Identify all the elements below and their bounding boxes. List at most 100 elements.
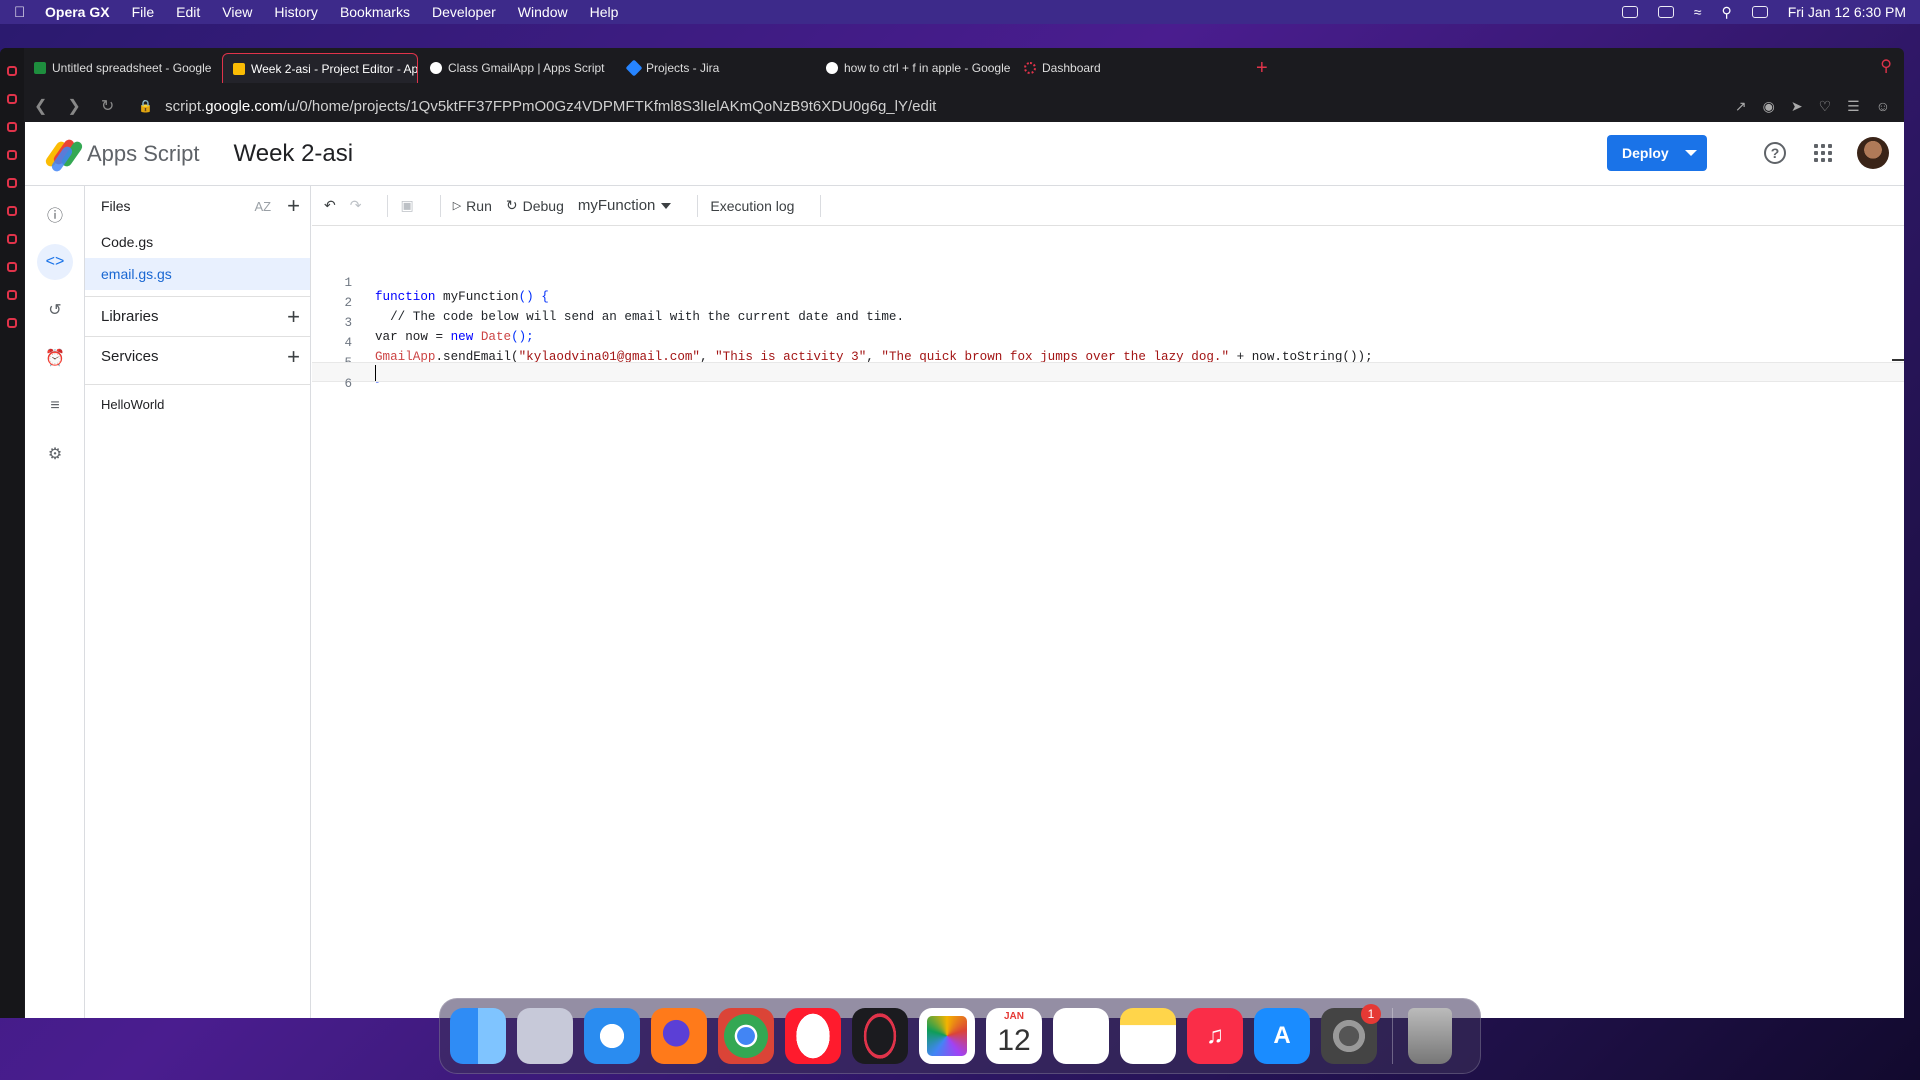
undo-icon[interactable]: ↶ [324, 197, 336, 214]
calendar-icon[interactable]: JAN 12 [986, 1008, 1042, 1064]
code-line[interactable]: 4 GmailApp.sendEmail("kylaodvina01@gmail… [312, 322, 1904, 364]
scrollbar-marker[interactable] [1892, 359, 1904, 361]
easy-setup-icon[interactable]: ☰ [1847, 98, 1860, 115]
sidebar-extensions-icon[interactable] [7, 290, 17, 300]
sidebar-gx-icon[interactable] [7, 66, 17, 76]
launchpad-icon[interactable] [517, 1008, 573, 1064]
tab-project-editor[interactable]: Week 2-asi - Project Editor - Ap [222, 53, 418, 83]
file-item-email-gs[interactable]: email.gs.gs [85, 258, 310, 290]
firefox-icon[interactable] [651, 1008, 707, 1064]
profile-icon[interactable]: ☺ [1876, 98, 1890, 115]
menu-bookmarks[interactable]: Bookmarks [340, 4, 410, 20]
run-button[interactable]: ▷ Run [453, 198, 492, 214]
avatar[interactable] [1857, 137, 1889, 169]
menu-file[interactable]: File [132, 4, 155, 20]
sort-az-icon[interactable]: AZ [255, 199, 272, 214]
music-icon[interactable]: ♫ [1187, 1008, 1243, 1064]
menu-developer[interactable]: Developer [432, 4, 496, 20]
tab-google-search[interactable]: how to ctrl + f in apple - Google [816, 53, 1012, 83]
libraries-section[interactable]: Libraries + [85, 296, 310, 336]
add-service-plus-icon[interactable]: + [287, 345, 300, 368]
menu-view[interactable]: View [222, 4, 252, 20]
hello-world-item[interactable]: HelloWorld [85, 384, 310, 424]
code-line[interactable]: 2 // The code below will send an email w… [312, 282, 1904, 324]
chrome-icon[interactable] [718, 1008, 774, 1064]
opera-gx-icon[interactable] [852, 1008, 908, 1064]
search-icon[interactable]: ⚲ [1721, 4, 1731, 21]
project-title[interactable]: Week 2-asi [234, 140, 354, 168]
function-select[interactable]: myFunction [578, 197, 672, 214]
apple-menu-icon[interactable]:  [14, 4, 34, 21]
deploy-button[interactable]: Deploy [1607, 135, 1707, 171]
sidebar-settings-icon[interactable] [7, 318, 17, 328]
menu-edit[interactable]: Edit [176, 4, 200, 20]
wifi-icon[interactable]: ≈ [1694, 4, 1702, 20]
display-icon[interactable] [1657, 6, 1674, 18]
heart-icon[interactable]: ♡ [1819, 98, 1832, 115]
reload-icon[interactable]: ↻ [101, 96, 114, 116]
finder-icon[interactable] [450, 1008, 506, 1064]
current-code-line[interactable]: 6 [312, 359, 1904, 391]
editor-toolbar: ↶ ↷ ▣ ▷ Run ↻ Debug myFunction Execution l… [312, 186, 1904, 226]
google-apps-icon[interactable] [1814, 144, 1832, 162]
url-text[interactable]: script.google.com/u/0/home/projects/1Qv5… [165, 98, 936, 115]
sidebar-twitch-icon[interactable] [7, 94, 17, 104]
tab-dashboard[interactable]: Dashboard [1014, 53, 1164, 83]
sidebar-discord-icon[interactable] [7, 122, 17, 132]
system-settings-icon[interactable]: 1 [1321, 1004, 1381, 1064]
screen-mirror-icon[interactable] [1621, 6, 1638, 18]
chevron-down-icon[interactable] [1685, 150, 1697, 156]
project-history-icon[interactable]: ↺ [37, 292, 73, 328]
run-label: Run [466, 197, 492, 214]
share-icon[interactable]: ↗ [1735, 98, 1747, 115]
opera-icon[interactable] [785, 1008, 841, 1064]
debug-button[interactable]: ↻ Debug [506, 197, 564, 214]
photos-icon[interactable] [919, 1008, 975, 1064]
redo-icon[interactable]: ↷ [350, 197, 362, 214]
tab-search-icon[interactable]: ⚲ [1880, 56, 1892, 76]
brand-name[interactable]: Apps Script [87, 141, 200, 167]
reminders-icon[interactable] [1053, 1008, 1109, 1064]
snapshot-icon[interactable]: ◉ [1763, 98, 1775, 115]
clock-datetime[interactable]: Fri Jan 12 6:30 PM [1788, 4, 1906, 20]
code-editor[interactable]: 1 function myFunction() { 2 // The code … [312, 226, 1904, 1018]
sidebar-home-icon[interactable] [7, 150, 17, 160]
settings-gear-icon[interactable]: ⚙ [37, 436, 73, 472]
executions-list-icon[interactable]: ≡ [37, 388, 73, 424]
services-section[interactable]: Services + [85, 336, 310, 376]
tab-gmailapp-docs[interactable]: Class GmailApp | Apps Script [420, 53, 616, 83]
control-center-icon[interactable] [1751, 6, 1768, 18]
notes-icon[interactable] [1120, 1008, 1176, 1064]
add-file-plus-icon[interactable]: + [287, 195, 300, 217]
forward-icon[interactable]: ❯ [67, 96, 80, 116]
menu-window[interactable]: Window [518, 4, 568, 20]
safari-icon[interactable] [584, 1008, 640, 1064]
code-line[interactable]: 1 function myFunction() { [312, 262, 1904, 304]
overview-info-icon[interactable]: ⓘ [37, 196, 73, 232]
help-icon[interactable]: ? [1764, 142, 1786, 164]
tab-spreadsheet[interactable]: Untitled spreadsheet - Google [24, 53, 220, 83]
send-icon[interactable]: ➤ [1791, 98, 1803, 115]
save-icon[interactable]: ▣ [400, 197, 413, 214]
sidebar-history-icon[interactable] [7, 262, 17, 272]
menu-app-name[interactable]: Opera GX [45, 4, 110, 20]
app-store-icon[interactable]: A [1254, 1008, 1310, 1064]
lock-icon[interactable]: 🔒 [138, 99, 153, 113]
code-line[interactable]: 3 var now = new Date(); [312, 302, 1904, 344]
triggers-alarm-icon[interactable]: ⏰ [37, 340, 73, 376]
menu-help[interactable]: Help [590, 4, 619, 20]
trash-icon[interactable] [1408, 1008, 1452, 1064]
add-library-plus-icon[interactable]: + [287, 305, 300, 328]
editor-code-icon[interactable]: <> [37, 244, 73, 280]
sidebar-messenger-icon[interactable] [7, 178, 17, 188]
execution-log-button[interactable]: Execution log [710, 198, 794, 214]
sidebar-bookmarks-icon[interactable] [7, 206, 17, 216]
tab-jira[interactable]: Projects - Jira [618, 53, 814, 83]
new-tab-plus-icon[interactable]: + [1256, 57, 1268, 80]
code-line[interactable]: 5 } [312, 342, 1904, 384]
menu-history[interactable]: History [274, 4, 318, 20]
file-item-code-gs[interactable]: Code.gs [85, 226, 310, 258]
sidebar-player-icon[interactable] [7, 234, 17, 244]
back-icon[interactable]: ❮ [34, 96, 47, 116]
apps-script-logo-icon[interactable] [43, 137, 85, 173]
